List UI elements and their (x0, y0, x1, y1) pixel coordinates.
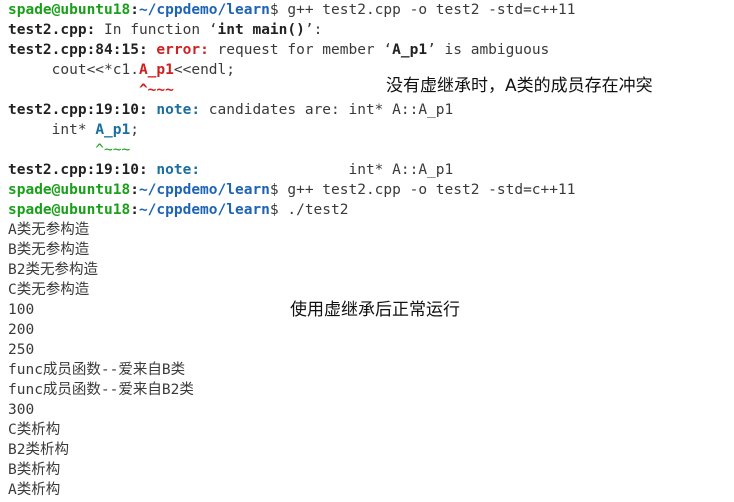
caret-marker: ^~~~ (8, 142, 131, 158)
note-message: candidates are: int* A::A_p1 (200, 102, 454, 118)
command-text: ./test2 (278, 202, 349, 218)
annotation-conflict: 没有虚继承时，A类的成员存在冲突 (386, 76, 653, 96)
prompt-sep: : (130, 2, 139, 18)
annotation-virtual-ok: 使用虚继承后正常运行 (290, 300, 460, 320)
compiler-context-line: test2.cpp: In function ‘int main()’: (8, 20, 322, 40)
prompt-sep: : (130, 202, 139, 218)
prompt-path: ~/cppdemo/learn (138, 182, 270, 198)
output-line: 100 (8, 302, 35, 318)
prompt-path: ~/cppdemo/learn (138, 2, 270, 18)
output-line: B类析构 (8, 462, 61, 478)
prompt-user: spade@ubuntu18 (8, 202, 131, 218)
prompt-user: spade@ubuntu18 (8, 2, 131, 18)
output-line: 300 (8, 402, 35, 418)
command-text: g++ test2.cpp -o test2 -std=c++11 (278, 182, 576, 198)
output-line: C类析构 (8, 422, 61, 438)
member-name: A_p1 (392, 42, 428, 58)
function-name: int main() (217, 22, 305, 38)
output-line: func成员函数--爱来自B类 (8, 362, 186, 378)
file-ref: test2.cpp: (8, 22, 96, 38)
output-line: B类无参构造 (8, 242, 90, 258)
note-line-1: test2.cpp:19:10: note: candidates are: i… (8, 100, 453, 120)
error-line: test2.cpp:84:15: error: request for memb… (8, 40, 549, 60)
note-label: note: (147, 102, 201, 118)
note-message: int* A::A_p1 (200, 162, 454, 178)
output-line: 200 (8, 322, 35, 338)
source-pre: int* (8, 122, 96, 138)
source-line-1: cout<<*c1.A_p1<<endl; (8, 60, 235, 80)
output-line: func成员函数--爱来自B2类 (8, 382, 194, 398)
error-tail: is ambiguous (435, 42, 550, 58)
error-label: error: (147, 42, 209, 58)
source-line-2: int* A_p1; (8, 120, 139, 140)
output-line: A类析构 (8, 482, 61, 498)
context-text: In function (95, 22, 209, 38)
output-line: B2类无参构造 (8, 262, 98, 278)
quote-close: ’: (304, 22, 323, 38)
note-line-2: test2.cpp:19:10: note: int* A::A_p1 (8, 160, 453, 180)
source-highlight: A_p1 (138, 62, 174, 78)
quote-close: ’ (427, 42, 436, 58)
prompt-symbol: $ (269, 2, 279, 18)
output-line: 250 (8, 342, 35, 358)
error-location: test2.cpp:84:15: (8, 42, 148, 58)
caret-line-2: ^~~~ (8, 140, 130, 160)
source-pre: cout<<*c1. (8, 62, 139, 78)
note-location: test2.cpp:19:10: (8, 162, 148, 178)
prompt-sep: : (130, 182, 139, 198)
caret-marker: ^~~~ (8, 82, 174, 98)
output-line: C类无参构造 (8, 282, 90, 298)
error-message: request for member (208, 42, 384, 58)
prompt-symbol: $ (269, 182, 279, 198)
prompt-symbol: $ (269, 202, 279, 218)
source-post: <<endl; (173, 62, 235, 78)
quote-open: ‘ (383, 42, 393, 58)
prompt-path: ~/cppdemo/learn (138, 202, 270, 218)
output-line: A类无参构造 (8, 222, 90, 238)
source-highlight: A_p1 (95, 122, 131, 138)
output-line: B2类析构 (8, 442, 69, 458)
command-line-1: spade@ubuntu18:~/cppdemo/learn$ g++ test… (8, 0, 575, 20)
note-location: test2.cpp:19:10: (8, 102, 148, 118)
source-post: ; (130, 122, 139, 138)
command-text: g++ test2.cpp -o test2 -std=c++11 (278, 2, 576, 18)
quote-open: ‘ (208, 22, 218, 38)
note-label: note: (147, 162, 201, 178)
command-line-3: spade@ubuntu18:~/cppdemo/learn$ ./test2 (8, 200, 348, 220)
prompt-user: spade@ubuntu18 (8, 182, 131, 198)
command-line-2: spade@ubuntu18:~/cppdemo/learn$ g++ test… (8, 180, 575, 200)
caret-line-1: ^~~~ (8, 80, 174, 100)
